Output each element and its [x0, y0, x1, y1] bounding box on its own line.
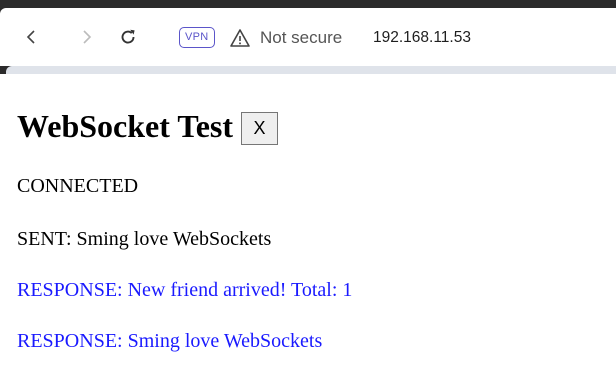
vpn-badge[interactable]: VPN: [179, 27, 215, 48]
page-content: WebSocket Test X CONNECTED SENT: Sming l…: [0, 74, 616, 377]
forward-button[interactable]: [72, 22, 102, 52]
log-line: SENT: Sming love WebSockets: [17, 228, 272, 250]
log-line: RESPONSE: New friend arrived! Total: 1: [17, 279, 353, 301]
page-title-text: WebSocket Test: [17, 108, 234, 144]
address-bar-url[interactable]: 192.168.11.53: [373, 29, 471, 47]
security-status-label[interactable]: Not secure: [260, 28, 342, 48]
log-line: RESPONSE: Sming love WebSockets: [17, 330, 323, 352]
back-button[interactable]: [16, 22, 46, 52]
reload-icon: [121, 29, 135, 44]
browser-window: VPN Not secure 192.168.11.53 WebSocket T…: [0, 0, 616, 377]
log-line: CONNECTED: [17, 175, 139, 197]
chevron-right-icon: [83, 30, 92, 44]
warning-icon[interactable]: [229, 27, 251, 49]
close-button[interactable]: X: [241, 112, 279, 145]
toolbar-divider: [6, 66, 616, 74]
reload-button[interactable]: [113, 22, 143, 52]
browser-toolbar: VPN Not secure 192.168.11.53: [0, 8, 616, 66]
chevron-left-icon: [26, 30, 35, 44]
page-title: WebSocket Test X: [17, 108, 279, 145]
